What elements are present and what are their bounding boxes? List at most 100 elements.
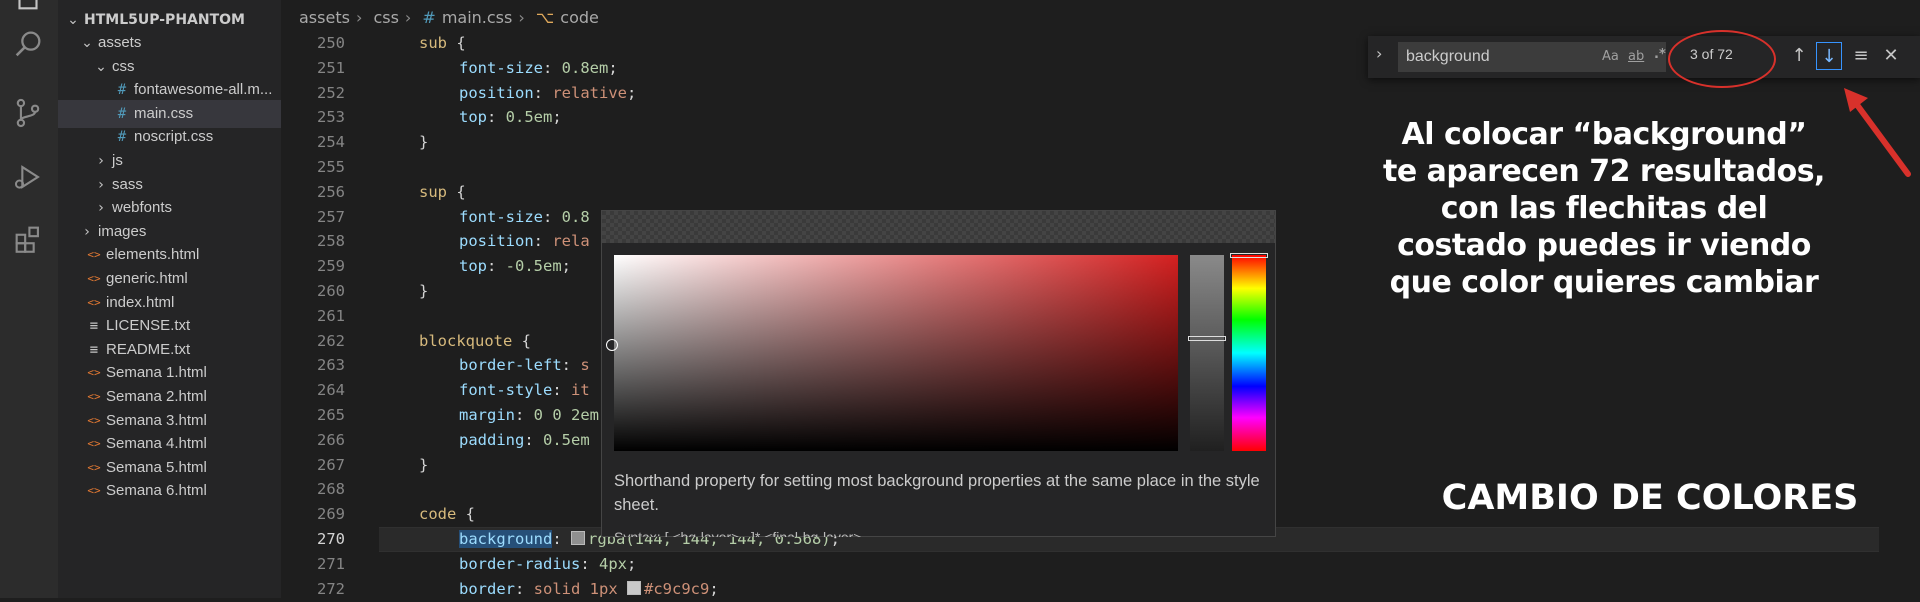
code-token: ; [552,108,562,127]
property-syntax: Syntax: [ <bg-layer> , ]* <final-bg-laye… [614,529,862,537]
code-token: it [571,381,590,400]
line-number: 270 [317,530,345,548]
code-token: : [515,406,534,424]
code-token: font-size [459,207,543,226]
code-token: padding [459,430,525,449]
line-number: 262 [317,331,345,350]
code-token: solid 1px [533,579,627,598]
breadcrumb-assets[interactable]: assets [299,8,350,27]
annotation-circle [1668,30,1776,88]
line-number: 263 [317,356,345,375]
code-token: ; [561,257,572,276]
line-number: 256 [317,182,345,201]
code-token: sub [419,34,457,52]
hue-strip[interactable] [1232,255,1266,451]
line-number: 264 [317,381,345,400]
symbol-class-icon: ⌥ [535,8,555,27]
code-token: : [533,232,553,251]
code-token: ; [627,554,637,573]
breadcrumb-separator-icon: › [355,8,363,27]
hue-handle[interactable] [1230,253,1268,258]
code-text: } [419,279,428,304]
code-token: : [533,83,553,102]
color-swatch-icon[interactable] [571,531,585,545]
breadcrumb-separator-icon: › [404,8,412,27]
line-number: 254 [317,133,345,152]
previous-match-arrow-up-icon[interactable]: ↑ [1786,42,1812,70]
code-line[interactable]: 271 border-radius: 4px; [281,552,1920,577]
breadcrumb-separator-icon: › [518,8,525,27]
code-token: 0.5em [505,108,553,127]
opacity-strip[interactable] [1190,255,1224,451]
code-line[interactable]: 252 position: relative; [281,81,1920,106]
opacity-handle[interactable] [1188,336,1226,341]
search-icon[interactable] [11,27,45,61]
code-token: ; [709,579,719,598]
code-token: { [465,505,476,524]
run-debug-icon[interactable] [11,160,45,194]
code-token: : [561,356,581,375]
code-token: code [419,505,466,524]
code-text: } [419,130,428,155]
code-token: position [459,83,534,102]
annotation-line: que color quieres cambiar [1389,265,1819,300]
match-case-icon[interactable]: Aa [1602,49,1619,64]
regex-icon[interactable]: .* [1654,47,1666,62]
code-token: 0.8 [561,207,590,226]
find-in-selection-icon[interactable]: ≡ [1848,42,1874,70]
close-icon[interactable]: ✕ [1878,42,1904,70]
annotation-title: CAMBIO DE COLORES [1441,478,1859,518]
code-token: } [419,282,429,300]
explorer-icon[interactable] [11,0,45,14]
code-text: font-style: it [459,378,590,403]
code-text: margin: 0 0 2em [459,403,599,428]
annotation-text: Al colocar “background” te aparecen 72 r… [1362,116,1846,301]
color-swatch-icon[interactable] [627,580,641,595]
line-number: 258 [317,232,345,251]
code-token: font-style [459,381,553,400]
code-token: border-radius [459,554,581,573]
breadcrumb: assets › css › # main.css › ⌥ code [299,8,605,32]
code-token: : [487,108,506,127]
code-token: 0.5em [543,430,590,449]
color-preview-header[interactable] [602,211,1275,243]
annotation-line: costado puedes ir viendo [1397,228,1811,263]
code-token: rela [552,232,590,251]
code-token: : [552,381,571,400]
match-whole-word-icon[interactable]: ab [1628,49,1644,64]
code-text: border-left: s [459,353,590,378]
saturation-box[interactable] [614,255,1178,451]
code-token: : [524,430,543,449]
breadcrumb-main-css[interactable]: main.css [442,8,513,27]
annotation-arrow-icon [1844,88,1911,177]
extensions-icon[interactable] [11,222,45,256]
line-number: 265 [317,406,345,424]
line-number: 252 [317,83,345,102]
source-control-icon[interactable] [11,96,45,130]
annotation-line: te aparecen 72 resultados, [1383,154,1825,189]
toggle-replace-chevron-icon[interactable]: › [1376,44,1382,63]
annotation-line: con las flechitas del [1440,191,1768,226]
code-token: } [419,455,429,474]
code-token: 0 0 2em [533,406,599,424]
breadcrumb-css[interactable]: css [373,8,398,27]
line-number: 260 [317,282,345,300]
code-token: s [580,356,590,375]
code-text: font-size: 0.8em; [459,56,618,81]
code-text: font-size: 0.8 [459,205,590,230]
breadcrumb-code[interactable]: code [560,8,599,27]
file-tree-item[interactable]: <> Semana 6.html [58,477,281,505]
next-match-arrow-down-icon[interactable]: ↓ [1816,42,1842,70]
file-tree-item-label: Semana 6.html [106,482,207,500]
find-input[interactable] [1406,42,1596,72]
line-number: 253 [317,108,345,127]
code-text: top: -0.5em; [459,254,571,279]
code-token: margin [459,406,515,424]
code-text: border-radius: 4px; [459,552,636,577]
css-file-icon: # [422,8,436,27]
saturation-handle[interactable] [606,339,618,351]
html-file-icon: <> [87,484,101,498]
code-token: 0.8em [561,58,609,77]
code-token: blockquote [419,331,522,350]
code-text: padding: 0.5em [459,428,590,453]
